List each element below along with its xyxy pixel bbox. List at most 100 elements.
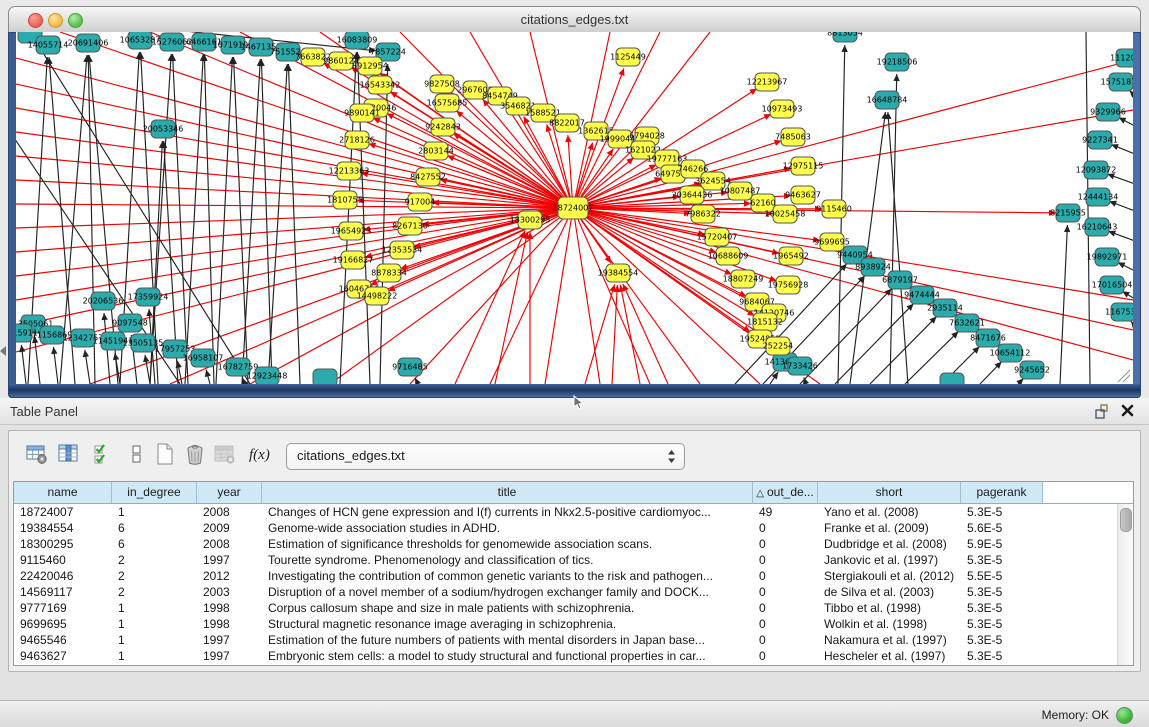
- table-row[interactable]: 1938455462009Genome-wide association stu…: [14, 520, 1133, 536]
- graph-node-label: 14055714: [28, 41, 69, 50]
- row-height-icon[interactable]: [125, 442, 149, 466]
- fx-glyph: f(x): [249, 447, 270, 463]
- table-panel-body: f(x) citations_edges.txt namein_degreeye…: [8, 430, 1141, 672]
- function-builder-icon[interactable]: f(x): [247, 442, 277, 466]
- table-vertical-scrollbar[interactable]: [1117, 504, 1133, 665]
- memory-status-label: Memory: OK: [1042, 708, 1109, 722]
- graph-node-label: 18300295: [510, 216, 551, 225]
- table-cell: Changes of HCN gene expression and I(f) …: [262, 504, 753, 520]
- graph-node-label: 8215955: [1050, 209, 1086, 218]
- table-cell: 0: [753, 600, 818, 616]
- table-row[interactable]: 946554611997Estimation of the future num…: [14, 632, 1133, 648]
- scrollbar-thumb[interactable]: [1120, 508, 1132, 532]
- table-row[interactable]: 946362711997Embryonic stem cells: a mode…: [14, 648, 1133, 664]
- table-cell: 18724007: [14, 504, 112, 520]
- cytoscape-screen: citations_edges.txt 18724007140557142069…: [0, 0, 1149, 727]
- table-cell: 6: [112, 520, 197, 536]
- graph-node-label: 19384554: [598, 269, 639, 278]
- network-window-titlebar[interactable]: citations_edges.txt: [8, 6, 1141, 33]
- column-header-short[interactable]: short: [818, 482, 961, 503]
- memory-status-indicator[interactable]: [1116, 707, 1133, 724]
- graph-node-label: 7986322: [685, 210, 721, 219]
- panel-divider-collapse-icon[interactable]: [0, 346, 6, 356]
- graph-node-label: 8267130: [392, 222, 428, 231]
- table-cell: de Silva et al. (2003): [818, 584, 961, 600]
- table-cell: Jankovic et al. (1997): [818, 552, 961, 568]
- table-cell: 9115460: [14, 552, 112, 568]
- column-header-name[interactable]: name: [14, 482, 112, 503]
- table-cell: Franke et al. (2009): [818, 520, 961, 536]
- table-cell: 0: [753, 536, 818, 552]
- table-cell: Dudbridge et al. (2008): [818, 536, 961, 552]
- graph-node-label: 9699695: [814, 238, 850, 247]
- graph-node-label: 8912954: [352, 62, 388, 71]
- graph-node[interactable]: 252254: [763, 337, 794, 355]
- table-cell: Hescheler et al. (1997): [818, 648, 961, 664]
- graph-node-label: 9227341: [1082, 136, 1118, 145]
- table-settings-icon[interactable]: [25, 442, 49, 466]
- graph-node-label: 8878334: [371, 269, 407, 278]
- table-cell: Wolkin et al. (1998): [818, 616, 961, 632]
- graph-node-label: 18807249: [723, 275, 764, 284]
- table-body: 18724007 1 2008Changes of HCN gene express…: [14, 504, 1133, 664]
- column-header-in_degree[interactable]: in_degree: [112, 482, 197, 503]
- table-cell: 5.5E-5: [961, 568, 1043, 584]
- graph-node-label: 8427552: [410, 173, 446, 182]
- close-panel-icon[interactable]: [1120, 403, 1135, 418]
- graph-node-label: 10973493: [762, 105, 803, 114]
- table-cell: 9463627: [14, 648, 112, 664]
- graph-node-label: 2718126: [339, 136, 375, 145]
- show-columns-icon[interactable]: [57, 442, 81, 466]
- graph-node-label: 8471676: [970, 334, 1006, 343]
- column-header-title[interactable]: title: [262, 482, 753, 503]
- graph-node-label: 10688609: [708, 252, 749, 261]
- graph-node-label: 20206536: [83, 297, 124, 306]
- table-cell: 22420046: [14, 568, 112, 584]
- graph-node[interactable]: [313, 369, 337, 384]
- select-rows-icon[interactable]: [92, 442, 116, 466]
- graph-node-label: 12093872: [1076, 166, 1117, 175]
- table-cell: 2008: [197, 536, 262, 552]
- table-cell: 5.3E-5: [961, 632, 1043, 648]
- table-cell: Embryonic stem cells: a model to study s…: [262, 648, 753, 664]
- table-row[interactable]: 911546021997Tourette syndrome. Phenomeno…: [14, 552, 1133, 568]
- table-cell: Estimation of significance thresholds fo…: [262, 536, 753, 552]
- graph-node[interactable]: 917004: [405, 193, 436, 211]
- graph-node[interactable]: 18724007: [553, 197, 594, 219]
- graph-node[interactable]: [940, 373, 964, 384]
- graph-node-label: 9474444: [904, 291, 940, 300]
- table-cell: Yano et al. (2008): [818, 504, 961, 520]
- create-table-icon[interactable]: [153, 442, 177, 466]
- table-row[interactable]: 969969511998Structural magnetic resonanc…: [14, 616, 1133, 632]
- graph-node-label: 12975115: [783, 162, 824, 171]
- network-table-select[interactable]: citations_edges.txt: [286, 443, 685, 470]
- graph-node-label: 14498222: [357, 292, 398, 301]
- table-header-row: namein_degreeyeartitle△out_de...shortpag…: [14, 482, 1133, 504]
- graph-node-label: 9827508: [424, 80, 460, 89]
- table-row[interactable]: 1872400712008Changes of HCN gene express…: [14, 504, 1133, 520]
- graph-node-label: 1125449: [610, 53, 646, 62]
- table-cell: 2: [112, 552, 197, 568]
- column-header-out_de[interactable]: △out_de...: [753, 482, 818, 503]
- graph-node-label: 2935114: [927, 304, 963, 313]
- table-row[interactable]: 977716911998Corpus callosum shape and si…: [14, 600, 1133, 616]
- graph-node-label: 9463627: [785, 191, 821, 200]
- table-cell: 0: [753, 552, 818, 568]
- network-canvas[interactable]: 1872400714055714206914061065328715276062…: [16, 32, 1133, 384]
- delete-rows-icon[interactable]: [183, 442, 207, 466]
- table-cell: 1997: [197, 632, 262, 648]
- graph-node-label: 12213967: [747, 78, 788, 87]
- column-header-pagerank[interactable]: pagerank: [961, 482, 1043, 503]
- network-window-title: citations_edges.txt: [9, 12, 1140, 27]
- graph-node-label: 19777163: [647, 155, 688, 164]
- graph-node-label: 16210643: [1077, 223, 1118, 232]
- table-cell: 14569117: [14, 584, 112, 600]
- table-cell: 1: [112, 648, 197, 664]
- column-header-year[interactable]: year: [197, 482, 262, 503]
- table-toolbar: f(x) citations_edges.txt: [9, 437, 1140, 475]
- table-row[interactable]: 2242004622012Investigating the contribut…: [14, 568, 1133, 584]
- graph-node-label: 19166827: [333, 256, 374, 265]
- float-panel-icon[interactable]: [1093, 403, 1109, 419]
- table-row[interactable]: 1830029562008Estimation of significance …: [14, 536, 1133, 552]
- table-row[interactable]: 1456911722003Disruption of a novel membe…: [14, 584, 1133, 600]
